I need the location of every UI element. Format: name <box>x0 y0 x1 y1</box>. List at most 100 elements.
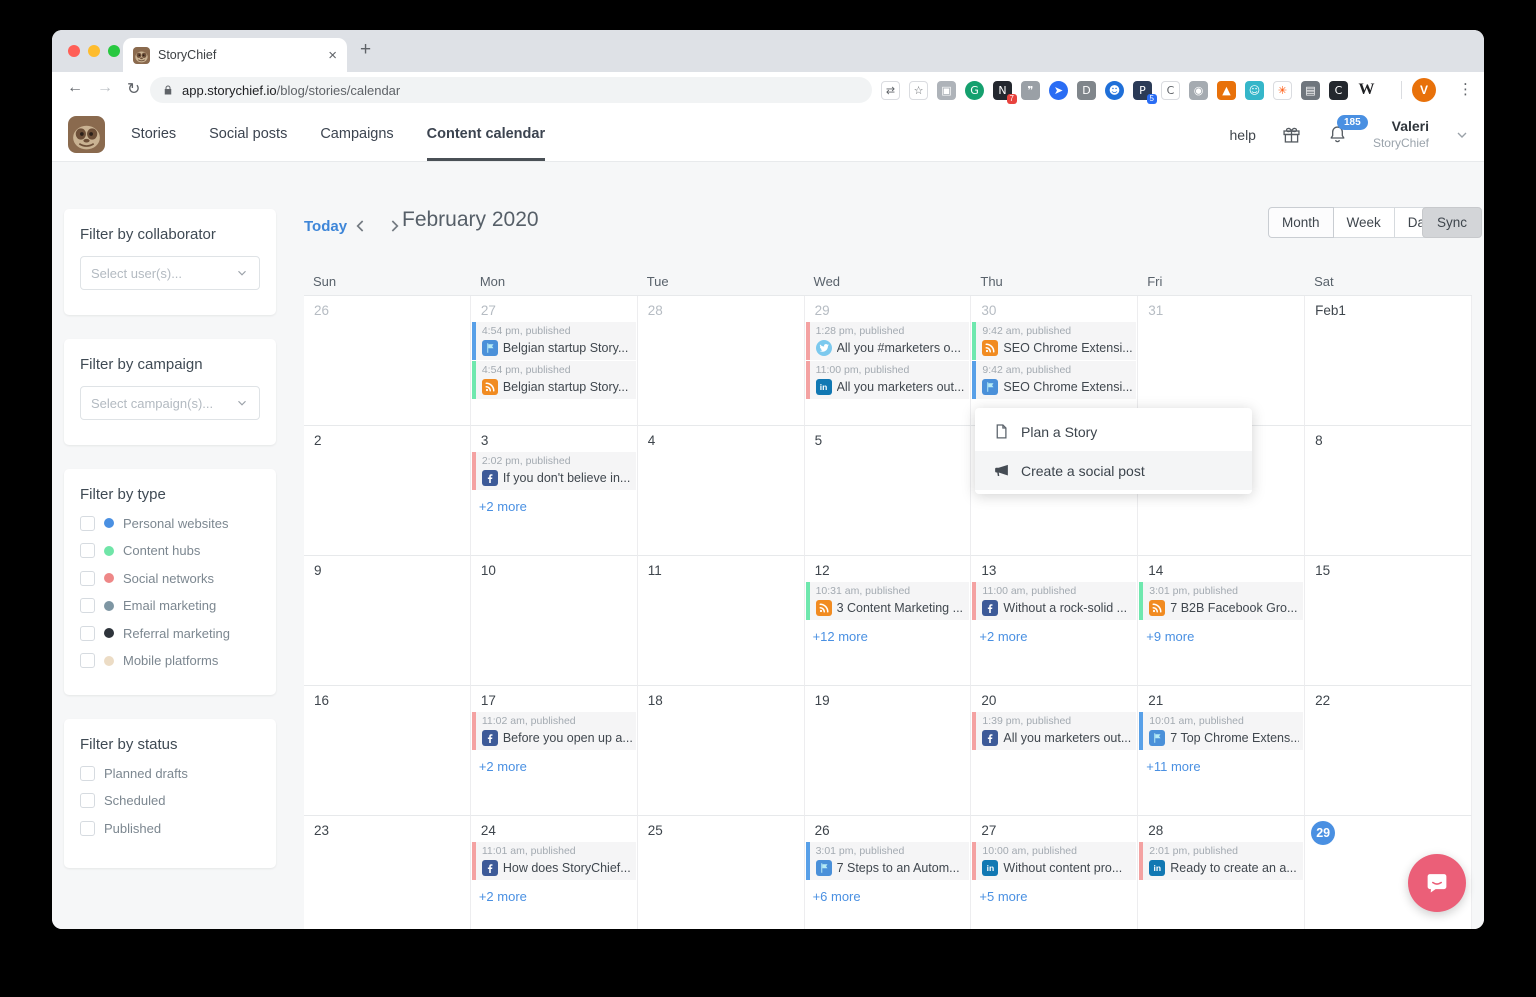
reload-icon[interactable]: ↻ <box>127 79 140 99</box>
more-events-link[interactable]: +6 more <box>813 889 861 904</box>
more-events-link[interactable]: +5 more <box>979 889 1027 904</box>
more-events-link[interactable]: +9 more <box>1146 629 1194 644</box>
gift-icon[interactable] <box>1281 124 1302 145</box>
checkbox[interactable] <box>80 793 95 808</box>
calendar-day-cell[interactable]: 201:39 pm, publishedAll you marketers ou… <box>971 686 1138 816</box>
calendar-day-cell[interactable]: 25 <box>638 816 805 929</box>
checkbox[interactable] <box>80 516 95 531</box>
checkbox[interactable] <box>80 821 95 836</box>
zapier-ext-icon[interactable]: ✳ <box>1273 81 1292 100</box>
calendar-day-cell[interactable]: 22 <box>1305 686 1472 816</box>
calendar-event[interactable]: 9:42 am, publishedSEO Chrome Extensi... <box>972 361 1136 399</box>
calendar-day-cell[interactable]: 263:01 pm, published7 Steps to an Autom.… <box>805 816 972 929</box>
screenshot-ext-icon[interactable]: ▣ <box>937 81 956 100</box>
type-option-social-networks[interactable]: Social networks <box>80 571 260 586</box>
camera-ext-icon[interactable]: ◉ <box>1189 81 1208 100</box>
checkbox[interactable] <box>80 766 95 781</box>
chat-launcher-button[interactable] <box>1408 854 1466 912</box>
view-week-button[interactable]: Week <box>1333 207 1395 238</box>
more-events-link[interactable]: +2 more <box>479 759 527 774</box>
browser-profile-avatar[interactable]: V <box>1412 78 1436 102</box>
user-menu[interactable]: Valeri StoryChief <box>1373 118 1429 151</box>
type-option-mobile-platforms[interactable]: Mobile platforms <box>80 653 260 668</box>
clipboard-ext-icon[interactable]: C <box>1161 81 1180 100</box>
team-ext-icon[interactable]: ☻ <box>1105 81 1124 100</box>
dart-ext-icon[interactable]: ➤ <box>1049 81 1068 100</box>
type-option-email-marketing[interactable]: Email marketing <box>80 598 260 613</box>
calendar-event[interactable]: 11:00 am, publishedWithout a rock-solid … <box>972 582 1136 620</box>
browser-tab[interactable]: StoryChief × <box>123 38 347 72</box>
menu-item-create-a-social-post[interactable]: Create a social post <box>975 451 1252 490</box>
view-month-button[interactable]: Month <box>1268 207 1334 238</box>
calendar-event[interactable]: 4:54 pm, publishedBelgian startup Story.… <box>472 322 636 360</box>
new-tab-button[interactable]: + <box>360 39 371 61</box>
chat-ext-icon[interactable]: ❞ <box>1021 81 1040 100</box>
calendar-day-cell[interactable]: 9 <box>304 556 471 686</box>
calendar-day-cell[interactable]: 28 <box>638 296 805 426</box>
calendar-day-cell[interactable]: 2710:00 am, publishedinWithout content p… <box>971 816 1138 929</box>
c-ext-icon[interactable]: C <box>1329 81 1348 100</box>
status-option-scheduled[interactable]: Scheduled <box>80 793 260 808</box>
type-option-content-hubs[interactable]: Content hubs <box>80 543 260 558</box>
calendar-event[interactable]: 1:39 pm, publishedAll you marketers out.… <box>972 712 1136 750</box>
back-icon[interactable]: ← <box>67 79 83 97</box>
grammarly-ext-icon[interactable]: G <box>965 81 984 100</box>
calendar-day-cell[interactable]: 32:02 pm, publishedIf you don't believe … <box>471 426 638 556</box>
sync-button[interactable]: Sync <box>1422 207 1482 238</box>
tab-close-icon[interactable]: × <box>328 48 337 63</box>
calendar-day-cell[interactable]: 4 <box>638 426 805 556</box>
calendar-day-cell[interactable]: 16 <box>304 686 471 816</box>
calendar-day-cell[interactable]: 309:42 am, publishedSEO Chrome Extensi..… <box>971 296 1138 426</box>
checkbox[interactable] <box>80 598 95 613</box>
d-ext-icon[interactable]: D <box>1077 81 1096 100</box>
menu-item-plan-a-story[interactable]: Plan a Story <box>975 412 1252 451</box>
collaborator-select[interactable]: Select user(s)... <box>80 256 260 290</box>
type-option-personal-websites[interactable]: Personal websites <box>80 516 260 531</box>
penguin-ext-icon[interactable]: P5 <box>1133 81 1152 100</box>
calendar-event[interactable]: 10:31 am, published3 Content Marketing .… <box>806 582 970 620</box>
more-events-link[interactable]: +12 more <box>813 629 868 644</box>
address-bar[interactable]: app.storychief.io/blog/stories/calendar <box>150 77 872 103</box>
calendar-day-cell[interactable]: 1210:31 am, published3 Content Marketing… <box>805 556 972 686</box>
nav-stories[interactable]: Stories <box>131 108 176 161</box>
calendar-day-cell[interactable]: 31 <box>1138 296 1305 426</box>
calendar-event[interactable]: 9:42 am, publishedSEO Chrome Extensi... <box>972 322 1136 360</box>
calendar-event[interactable]: 11:00 pm, publishedinAll you marketers o… <box>806 361 970 399</box>
today-button[interactable]: Today <box>304 218 347 235</box>
more-events-link[interactable]: +2 more <box>479 499 527 514</box>
bookmark-star-icon[interactable]: ☆ <box>909 81 928 100</box>
campaign-select[interactable]: Select campaign(s)... <box>80 386 260 420</box>
translate-ext-icon[interactable]: ⇄ <box>881 81 900 100</box>
calendar-day-cell[interactable]: 18 <box>638 686 805 816</box>
calendar-day-cell[interactable]: 23 <box>304 816 471 929</box>
chevron-down-icon[interactable] <box>1454 127 1470 143</box>
calendar-day-cell[interactable]: 2 <box>304 426 471 556</box>
teal-ext-icon[interactable]: ☺ <box>1245 81 1264 100</box>
help-link[interactable]: help <box>1230 127 1256 143</box>
calendar-day-cell[interactable]: 11 <box>638 556 805 686</box>
nav-social-posts[interactable]: Social posts <box>209 108 287 161</box>
next-month-icon[interactable] <box>384 216 404 236</box>
calendar-day-cell[interactable]: 282:01 pm, publishedinReady to create an… <box>1138 816 1305 929</box>
more-events-link[interactable]: +11 more <box>1146 759 1200 774</box>
window-minimize-button[interactable] <box>88 45 100 57</box>
notifier-ext-icon[interactable]: N7 <box>993 81 1012 100</box>
status-option-published[interactable]: Published <box>80 821 260 836</box>
calendar-day-cell[interactable]: 26 <box>304 296 471 426</box>
calendar-event[interactable]: 2:02 pm, publishedIf you don't believe i… <box>472 452 636 490</box>
calendar-event[interactable]: 1:28 pm, publishedAll you #marketers o..… <box>806 322 970 360</box>
calendar-day-cell[interactable]: 19 <box>805 686 972 816</box>
calendar-day-cell[interactable]: 1711:02 am, publishedBefore you open up … <box>471 686 638 816</box>
calendar-day-cell[interactable]: 8 <box>1305 426 1472 556</box>
window-close-button[interactable] <box>68 45 80 57</box>
nav-campaigns[interactable]: Campaigns <box>320 108 393 161</box>
storychief-logo[interactable] <box>68 116 105 153</box>
calendar-day-cell[interactable]: Feb1 <box>1305 296 1472 426</box>
calendar-event[interactable]: 3:01 pm, published7 B2B Facebook Gro... <box>1139 582 1303 620</box>
notifications-bell-icon[interactable]: 185 <box>1327 124 1348 145</box>
nav-content-calendar[interactable]: Content calendar <box>427 108 545 161</box>
browser-menu-icon[interactable]: ⋮ <box>1458 80 1473 98</box>
calendar-day-cell[interactable]: 10 <box>471 556 638 686</box>
calendar-day-cell[interactable]: 291:28 pm, publishedAll you #marketers o… <box>805 296 972 426</box>
checkbox[interactable] <box>80 571 95 586</box>
